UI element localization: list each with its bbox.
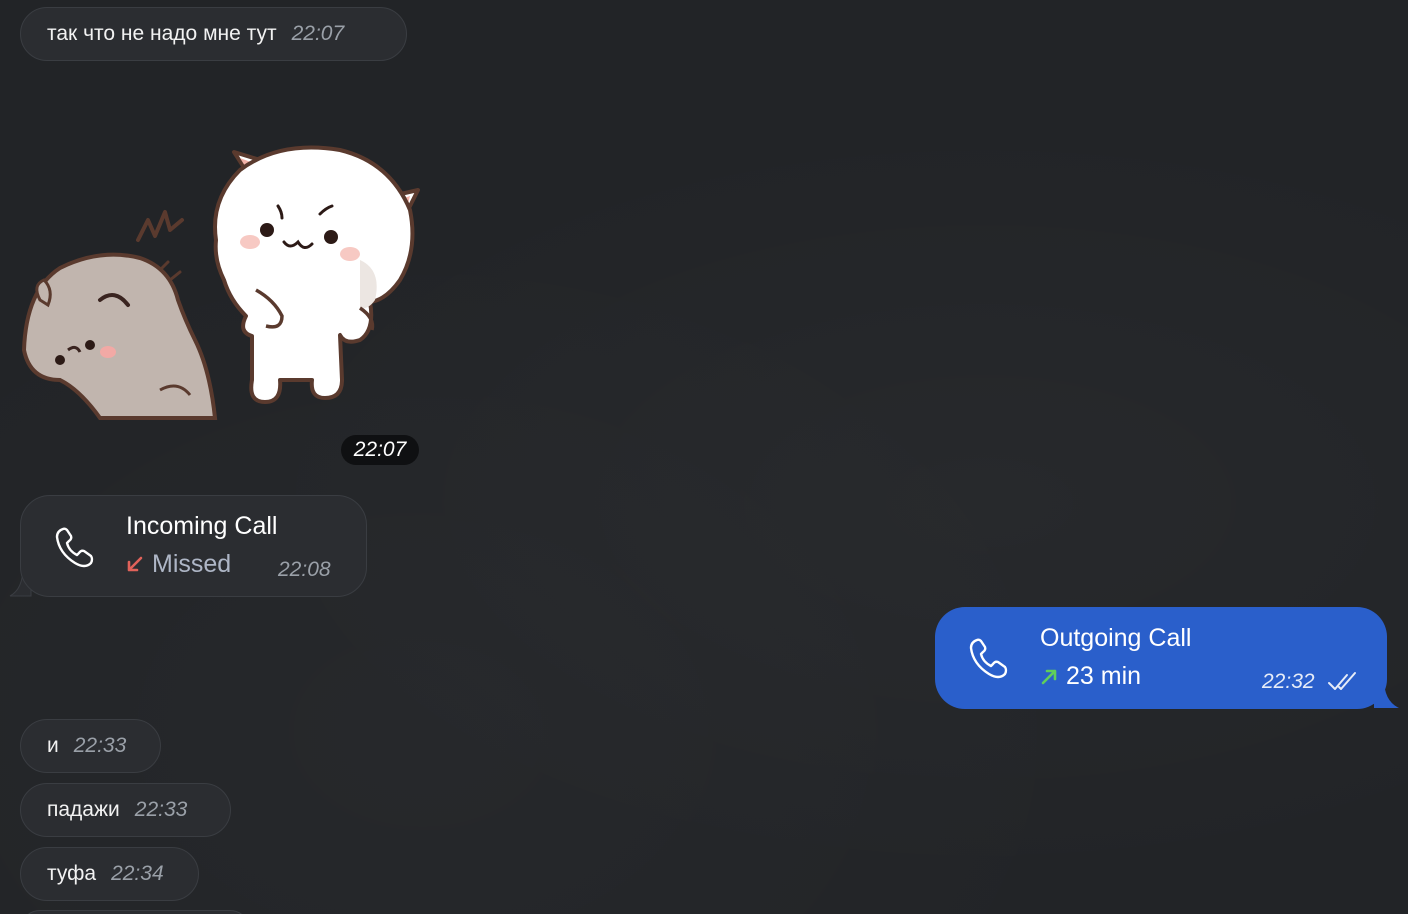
message-time: 22:07 — [291, 22, 345, 45]
message-time: 22:33 — [73, 734, 127, 757]
call-time: 22:32 — [1262, 670, 1315, 693]
sticker-time: 22:07 — [341, 435, 419, 465]
call-duration: 23 min — [1066, 662, 1142, 690]
call-time: 22:08 — [278, 558, 331, 581]
cat-sticker-image — [21, 145, 420, 420]
message-bubble-partial[interactable] — [20, 910, 250, 914]
call-status: 23 min — [1039, 662, 1141, 691]
call-title: Incoming Call — [126, 512, 278, 540]
message-text: туфа — [47, 862, 97, 885]
message-bubble[interactable]: туфа 22:34 — [20, 847, 199, 901]
message-bubble[interactable]: и 22:33 — [20, 719, 161, 773]
phone-icon — [55, 527, 94, 568]
message-bubble[interactable]: так что не надо мне тут 22:07 — [20, 7, 407, 61]
outgoing-call-bubble[interactable]: Outgoing Call 23 min 22:32 — [935, 607, 1387, 709]
arrow-down-left-icon — [127, 556, 143, 571]
message-text: и — [47, 734, 59, 757]
call-title: Outgoing Call — [1040, 624, 1192, 652]
incoming-call-bubble[interactable]: Incoming Call Missed 22:08 — [20, 495, 367, 597]
call-status: Missed — [125, 550, 231, 579]
arrow-up-right-icon — [1041, 669, 1057, 684]
message-time: 22:34 — [111, 862, 164, 885]
message-bubble[interactable]: падажи 22:33 — [20, 783, 231, 837]
message-text: падажи — [47, 798, 120, 821]
double-check-icon — [1328, 672, 1356, 690]
call-status-label: Missed — [152, 550, 232, 578]
cat-sticker[interactable] — [20, 140, 424, 420]
chat-area: так что не надо мне тут 22:07 22:07 Inco… — [0, 0, 1408, 914]
message-text: так что не надо мне тут — [47, 22, 277, 45]
phone-icon — [969, 638, 1008, 679]
message-time: 22:33 — [134, 798, 188, 821]
